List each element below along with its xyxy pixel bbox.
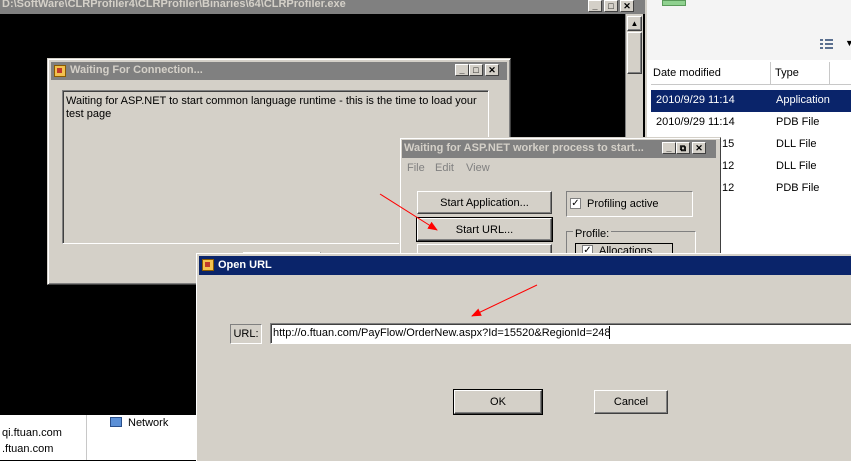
annotation-arrows xyxy=(379,193,538,317)
arrow-to-start-url xyxy=(379,193,438,231)
arrow-to-url-field xyxy=(471,284,538,317)
